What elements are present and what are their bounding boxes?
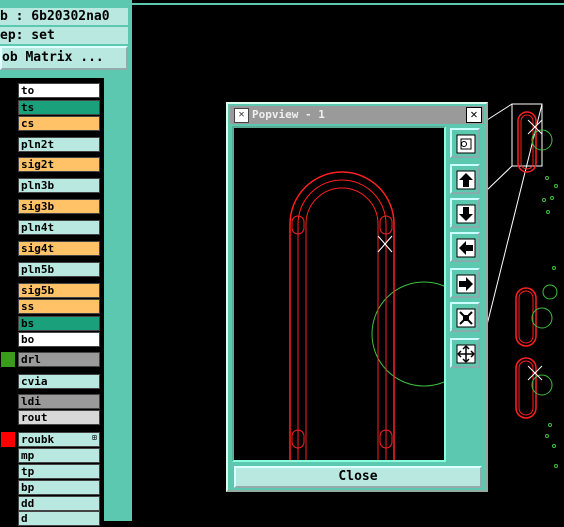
layer-row-to[interactable]: to (0, 82, 104, 99)
layer-name-label[interactable]: ts (18, 100, 100, 115)
layer-color-swatch[interactable] (1, 352, 15, 367)
layer-row-sig3b[interactable]: sig3b (0, 198, 104, 215)
layer-row-pln5b[interactable]: pln5b (0, 261, 104, 278)
popview-title: Popview - 1 (252, 108, 325, 121)
layer-color-swatch[interactable] (1, 496, 15, 511)
move-left-icon (456, 238, 476, 258)
layer-name-label[interactable]: pln3b (18, 178, 100, 193)
layer-name-label[interactable]: sig5b (18, 283, 100, 298)
layer-name-label[interactable]: sig4t (18, 241, 100, 256)
app-icon: ✕ (234, 108, 249, 123)
layer-name-label[interactable]: drl (18, 352, 100, 367)
layer-color-swatch[interactable] (1, 83, 15, 98)
layer-color-swatch[interactable] (1, 374, 15, 389)
zoom-fit-button[interactable] (450, 128, 480, 158)
layer-row-sig2t[interactable]: sig2t (0, 156, 104, 173)
layer-color-swatch[interactable] (1, 157, 15, 172)
layer-row-bo[interactable]: bo (0, 331, 104, 348)
step-name-label: ep: set (0, 27, 128, 44)
layer-name-label[interactable]: ss (18, 299, 100, 314)
layer-row-sig5b[interactable]: sig5b (0, 282, 104, 299)
layer-row-tp[interactable]: tp (0, 463, 104, 480)
layer-color-swatch[interactable] (1, 283, 15, 298)
layer-name-label[interactable]: rout (18, 410, 100, 425)
layer-row-roubk[interactable]: roubk ⊞ (0, 431, 104, 448)
close-icon[interactable]: ✕ (466, 107, 482, 123)
popview-window: ✕ Popview - 1 ✕ Close (226, 102, 488, 492)
zoom-in-icon (456, 308, 476, 328)
layer-color-swatch[interactable] (1, 241, 15, 256)
layer-color-swatch[interactable] (1, 220, 15, 235)
layer-name-label[interactable]: bp (18, 480, 100, 495)
layer-name-label[interactable]: d (18, 511, 100, 526)
popview-titlebar[interactable]: ✕ Popview - 1 ✕ (230, 106, 484, 124)
layer-row-pln2t[interactable]: pln2t (0, 136, 104, 153)
layer-name-label[interactable]: dd (18, 496, 100, 511)
layer-color-swatch[interactable] (1, 100, 15, 115)
layer-name-label[interactable]: tp (18, 464, 100, 479)
layer-color-swatch[interactable] (1, 316, 15, 331)
job-matrix-button[interactable]: ob Matrix ... (0, 46, 128, 70)
layer-name-label[interactable]: pln2t (18, 137, 100, 152)
layer-row-cs[interactable]: cs (0, 115, 104, 132)
zoom-out-button[interactable] (450, 338, 480, 368)
popview-canvas[interactable] (232, 126, 446, 462)
layer-list: to ts cs pln2t sig2t pln3b sig3b pln4t sig4t pln5… (0, 78, 104, 526)
move-up-icon (456, 170, 476, 190)
pan-up-button[interactable] (450, 164, 480, 194)
layer-name-label[interactable]: to (18, 83, 100, 98)
layer-row-rout[interactable]: rout (0, 409, 104, 426)
layer-name-label[interactable]: bo (18, 332, 100, 347)
layer-color-swatch[interactable] (1, 116, 15, 131)
layer-name-label[interactable]: ldi (18, 394, 100, 409)
layer-row-pln3b[interactable]: pln3b (0, 177, 104, 194)
layer-color-swatch[interactable] (1, 262, 15, 277)
zoom-in-button[interactable] (450, 302, 480, 332)
layer-name-label[interactable]: pln5b (18, 262, 100, 277)
layer-name-label[interactable]: cs (18, 116, 100, 131)
layer-color-swatch[interactable] (1, 410, 15, 425)
pan-down-button[interactable] (450, 198, 480, 228)
layer-name-label[interactable]: pln4t (18, 220, 100, 235)
layer-row-d[interactable]: d (0, 510, 104, 527)
layer-color-swatch[interactable] (1, 480, 15, 495)
zoom-out-icon (456, 344, 476, 364)
layer-color-swatch[interactable] (1, 448, 15, 463)
job-name-label: b : 6b20302na0 (0, 8, 128, 25)
layer-row-drl[interactable]: drl (0, 351, 104, 368)
move-right-icon (456, 274, 476, 294)
layer-row-bs[interactable]: bs (0, 315, 104, 332)
layer-color-swatch[interactable] (1, 394, 15, 409)
layer-panel: b : 6b20302na0 ep: set ob Matrix ... to t… (0, 0, 132, 526)
layer-color-swatch[interactable] (1, 299, 15, 314)
layer-color-swatch[interactable] (1, 199, 15, 214)
layer-row-cvia[interactable]: cvia (0, 373, 104, 390)
move-down-icon (456, 204, 476, 224)
layer-row-ts[interactable]: ts (0, 99, 104, 116)
layer-feature-marker-icon: ⊞ (92, 433, 97, 442)
layer-name-label[interactable]: bs (18, 316, 100, 331)
layer-list-scrollbar[interactable] (104, 78, 132, 521)
layer-name-label[interactable]: mp (18, 448, 100, 463)
layer-row-sig4t[interactable]: sig4t (0, 240, 104, 257)
layer-row-ss[interactable]: ss (0, 298, 104, 315)
close-button[interactable]: Close (234, 466, 482, 488)
layer-name-label[interactable]: roubk (18, 432, 100, 447)
layer-row-mp[interactable]: mp (0, 447, 104, 464)
layer-row-pln4t[interactable]: pln4t (0, 219, 104, 236)
zoom-fit-icon (456, 134, 476, 154)
layer-color-swatch[interactable] (1, 178, 15, 193)
layer-color-swatch[interactable] (1, 332, 15, 347)
layer-color-swatch[interactable] (1, 511, 15, 526)
layer-color-swatch[interactable] (1, 432, 15, 447)
pan-left-button[interactable] (450, 232, 480, 262)
layer-name-label[interactable]: sig2t (18, 157, 100, 172)
layer-name-label[interactable]: sig3b (18, 199, 100, 214)
layer-color-swatch[interactable] (1, 137, 15, 152)
layer-row-bp[interactable]: bp (0, 479, 104, 496)
layer-color-swatch[interactable] (1, 464, 15, 479)
layer-row-ldi[interactable]: ldi (0, 393, 104, 410)
pan-right-button[interactable] (450, 268, 480, 298)
layer-name-label[interactable]: cvia (18, 374, 100, 389)
